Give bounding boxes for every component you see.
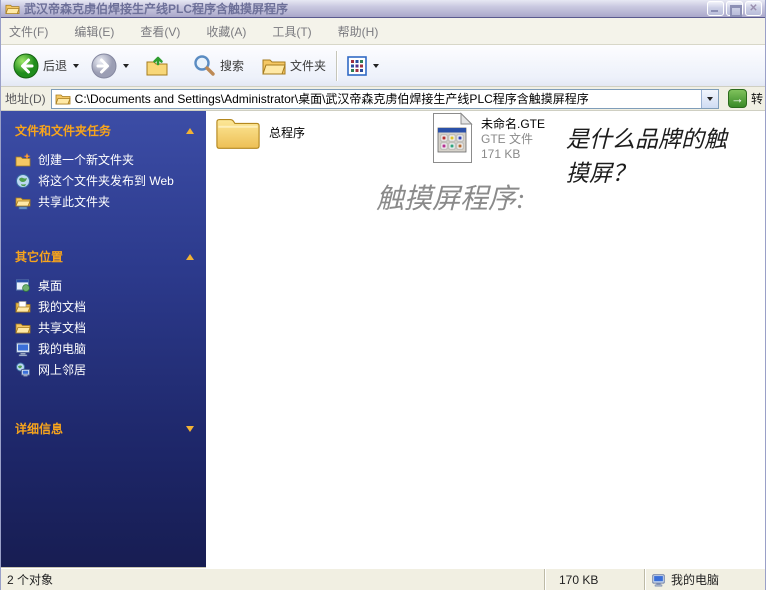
annotation-brand-question: 是什么品牌的触摸屏？ — [566, 123, 748, 191]
search-button[interactable]: 搜索 — [189, 52, 248, 79]
sidebar-item-shared-documents[interactable]: 共享文档 — [15, 317, 194, 338]
sidebar-item-label: 我的文档 — [38, 298, 86, 315]
section-header-other-places[interactable]: 其它位置 — [15, 248, 194, 265]
open-folder-icon — [5, 2, 20, 15]
sidebar-item-publish-web[interactable]: 将这个文件夹发布到 Web — [15, 170, 194, 191]
sidebar-item-network-places[interactable]: 网上邻居 — [15, 359, 194, 380]
views-dropdown-icon[interactable] — [373, 64, 379, 68]
status-location: 我的电脑 — [644, 569, 765, 590]
back-label: 后退 — [43, 57, 67, 74]
desktop-icon — [15, 278, 31, 294]
status-bar: 2 个对象 170 KB 我的电脑 — [1, 568, 765, 590]
search-icon — [193, 54, 216, 77]
sidebar-item-label: 桌面 — [38, 277, 62, 294]
forward-dropdown-icon[interactable] — [123, 64, 129, 68]
address-input[interactable]: C:\Documents and Settings\Administrator\… — [75, 90, 701, 107]
forward-button[interactable] — [87, 51, 133, 81]
search-label: 搜索 — [220, 57, 244, 74]
address-label: 地址(D) — [5, 90, 46, 107]
back-icon — [13, 53, 39, 79]
section-title: 详细信息 — [15, 420, 63, 437]
back-button[interactable]: 后退 — [9, 51, 83, 81]
menu-bar: 文件(F) 编辑(E) 查看(V) 收藏(A) 工具(T) 帮助(H) — [1, 18, 765, 45]
sidebar-item-label: 创建一个新文件夹 — [38, 151, 134, 168]
my-documents-icon — [15, 299, 31, 315]
up-button[interactable] — [141, 52, 173, 80]
sidebar-item-desktop[interactable]: 桌面 — [15, 275, 194, 296]
chevron-down-icon — [707, 97, 713, 101]
sidebar-item-my-documents[interactable]: 我的文档 — [15, 296, 194, 317]
go-button[interactable]: → 转 — [724, 89, 765, 108]
sidebar-item-label: 共享文档 — [38, 319, 86, 336]
file-list-area[interactable]: 总程序 未命名.GTE GTE 文件 — [206, 111, 765, 568]
status-size: 170 KB — [544, 569, 644, 590]
section-header-file-tasks[interactable]: 文件和文件夹任务 — [15, 122, 194, 139]
toolbar: 后退 搜索 — [1, 45, 765, 87]
file-name: 未命名.GTE — [481, 117, 545, 132]
close-button[interactable] — [745, 1, 762, 16]
address-dropdown-button[interactable] — [701, 90, 718, 108]
folder-icon — [215, 114, 261, 151]
sidebar-item-label: 将这个文件夹发布到 Web — [38, 172, 174, 189]
section-title: 其它位置 — [15, 248, 63, 265]
menu-tools[interactable]: 工具(T) — [272, 23, 311, 40]
network-places-icon — [15, 362, 31, 378]
section-title: 文件和文件夹任务 — [15, 122, 111, 139]
maximize-button[interactable] — [726, 1, 743, 16]
collapse-arrow-icon[interactable] — [186, 254, 194, 260]
section-header-details[interactable]: 详细信息 — [15, 420, 194, 437]
status-object-count: 2 个对象 — [1, 569, 544, 590]
views-icon — [347, 56, 367, 76]
menu-file[interactable]: 文件(F) — [9, 23, 48, 40]
address-combo[interactable]: C:\Documents and Settings\Administrator\… — [51, 89, 719, 109]
folders-icon — [262, 55, 286, 77]
new-folder-icon — [15, 152, 31, 168]
status-location-label: 我的电脑 — [671, 571, 719, 588]
expand-arrow-icon[interactable] — [186, 426, 194, 432]
sidebar-item-share-folder[interactable]: 共享此文件夹 — [15, 191, 194, 212]
minimize-button[interactable] — [707, 1, 724, 16]
titlebar: 武汉帝森克虏伯焊接生产线PLC程序含触摸屏程序 — [1, 0, 765, 18]
annotation-touchscreen-program: 触摸屏程序: — [376, 177, 525, 217]
sidebar-item-my-computer[interactable]: 我的电脑 — [15, 338, 194, 359]
menu-edit[interactable]: 编辑(E) — [74, 23, 114, 40]
back-dropdown-icon[interactable] — [73, 64, 79, 68]
folders-label: 文件夹 — [290, 57, 326, 74]
publish-web-icon — [15, 173, 31, 189]
folder-item[interactable]: 总程序 — [215, 114, 305, 151]
file-item[interactable]: 未命名.GTE GTE 文件 171 KB — [432, 112, 545, 164]
my-computer-small-icon — [651, 573, 666, 587]
my-computer-icon — [15, 341, 31, 357]
address-bar: 地址(D) C:\Documents and Settings\Administ… — [1, 87, 765, 111]
up-folder-icon — [145, 54, 169, 78]
shared-documents-icon — [15, 320, 31, 336]
sidebar-item-new-folder[interactable]: 创建一个新文件夹 — [15, 149, 194, 170]
window-title: 武汉帝森克虏伯焊接生产线PLC程序含触摸屏程序 — [24, 0, 707, 17]
section-other-places: 其它位置 桌面 我的文 — [15, 248, 194, 380]
file-size: 171 KB — [481, 147, 545, 162]
menu-view[interactable]: 查看(V) — [140, 23, 180, 40]
section-details: 详细信息 — [15, 420, 194, 437]
folders-button[interactable]: 文件夹 — [258, 53, 330, 79]
sidebar-item-label: 我的电脑 — [38, 340, 86, 357]
menu-help[interactable]: 帮助(H) — [338, 23, 379, 40]
folder-name: 总程序 — [269, 124, 305, 141]
task-pane: 文件和文件夹任务 创建一个新文件夹 将这个文件夹 — [1, 111, 206, 568]
toolbar-separator — [336, 51, 337, 81]
go-arrow-icon: → — [728, 89, 747, 108]
views-button[interactable] — [343, 54, 383, 78]
explorer-window: 武汉帝森克虏伯焊接生产线PLC程序含触摸屏程序 文件(F) 编辑(E) 查看(V… — [0, 0, 766, 590]
menu-favorites[interactable]: 收藏(A) — [206, 23, 246, 40]
sidebar-item-label: 共享此文件夹 — [38, 193, 110, 210]
address-folder-icon — [55, 92, 71, 105]
share-folder-icon — [15, 194, 31, 210]
gte-file-icon — [432, 112, 473, 164]
sidebar-item-label: 网上邻居 — [38, 361, 86, 378]
section-file-tasks: 文件和文件夹任务 创建一个新文件夹 将这个文件夹 — [15, 122, 194, 212]
file-type: GTE 文件 — [481, 132, 545, 147]
collapse-arrow-icon[interactable] — [186, 128, 194, 134]
forward-icon — [91, 53, 117, 79]
go-label: 转 — [751, 90, 763, 107]
